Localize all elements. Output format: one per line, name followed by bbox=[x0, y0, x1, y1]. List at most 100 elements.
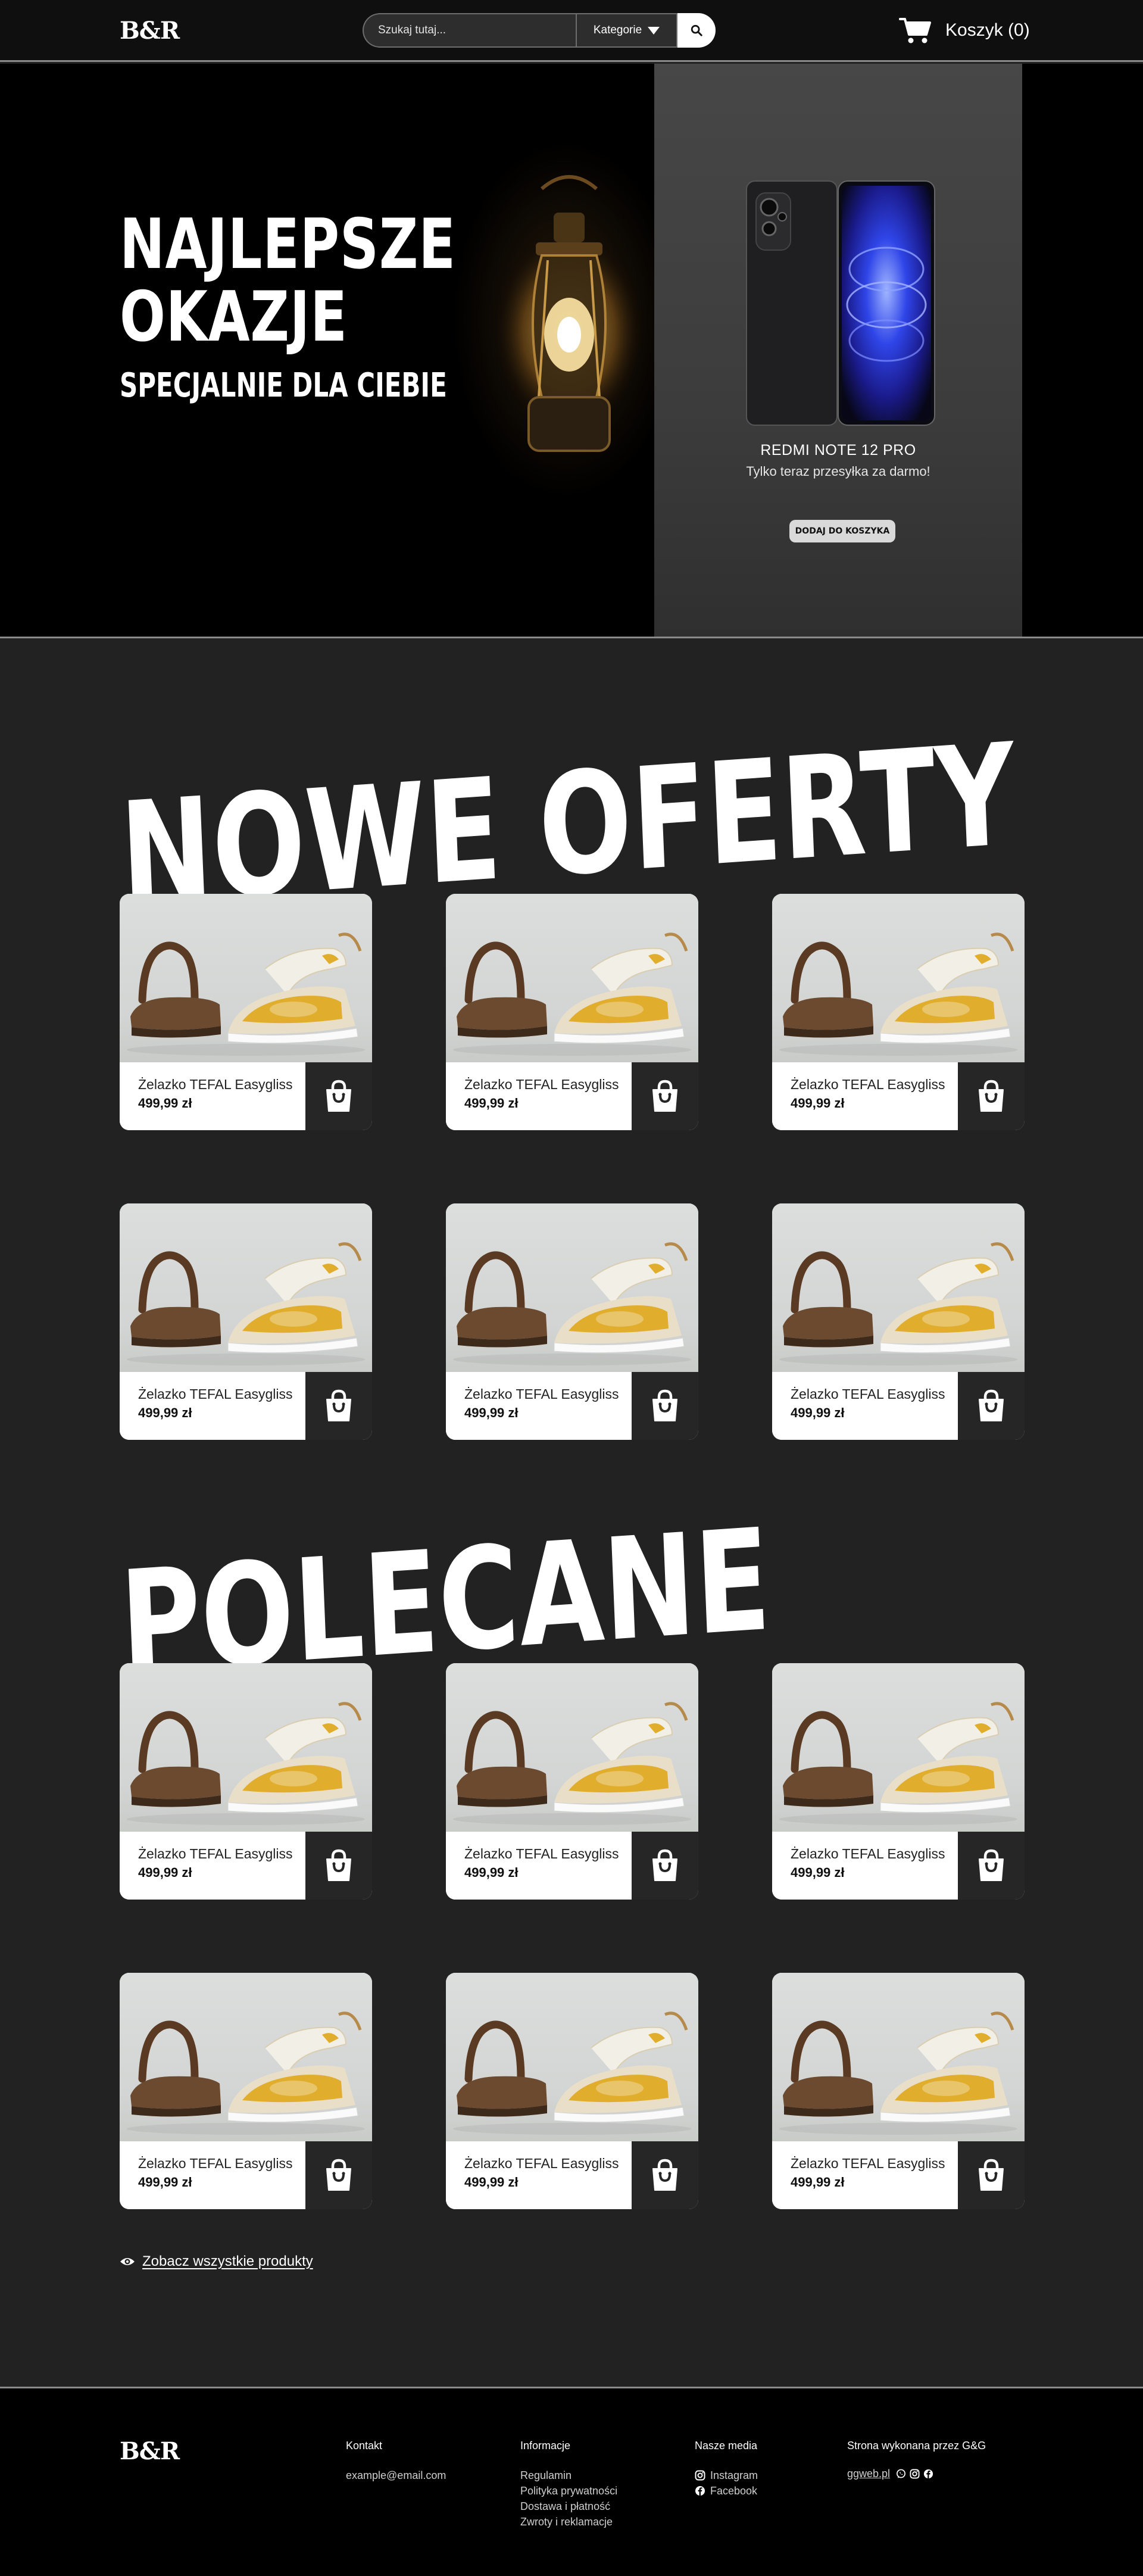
add-to-cart-button[interactable] bbox=[958, 1832, 1025, 1900]
product-info: Żelazko TEFAL Easygliss 499,99 zł bbox=[446, 1062, 632, 1130]
add-to-cart-button[interactable] bbox=[305, 1062, 372, 1130]
product-name: Żelazko TEFAL Easygliss bbox=[791, 1386, 945, 1402]
product-card[interactable]: Żelazko TEFAL Easygliss 499,99 zł bbox=[446, 1203, 698, 1440]
product-price: 499,99 zł bbox=[464, 1405, 519, 1420]
product-image[interactable] bbox=[446, 1203, 698, 1372]
hero-title-line-1: NAJLEPSZE bbox=[120, 204, 456, 285]
add-to-cart-button[interactable] bbox=[958, 1372, 1025, 1440]
product-name: Żelazko TEFAL Easygliss bbox=[464, 1077, 619, 1092]
see-all-label: Zobacz wszystkie produkty bbox=[142, 2253, 313, 2269]
facebook-icon[interactable] bbox=[923, 2469, 933, 2479]
product-image[interactable] bbox=[120, 1973, 372, 2141]
add-to-cart-button[interactable] bbox=[632, 1832, 698, 1900]
product-image-art bbox=[779, 1242, 1017, 1365]
footer-instagram-link[interactable]: Instagram bbox=[695, 2468, 758, 2483]
product-image[interactable] bbox=[772, 1203, 1025, 1372]
product-image[interactable] bbox=[446, 894, 698, 1062]
see-all-products-link[interactable]: Zobacz wszystkie produkty bbox=[120, 2253, 313, 2270]
instagram-icon[interactable] bbox=[910, 2469, 920, 2479]
product-image[interactable] bbox=[120, 1203, 372, 1372]
add-to-cart-button[interactable] bbox=[305, 1832, 372, 1900]
product-name: Żelazko TEFAL Easygliss bbox=[464, 1846, 619, 1861]
add-to-cart-button[interactable] bbox=[632, 2141, 698, 2209]
add-to-cart-button[interactable] bbox=[958, 2141, 1025, 2209]
promo-panel: REDMI NOTE 12 PRO Tylko teraz przesyłka … bbox=[654, 64, 1022, 637]
product-card[interactable]: Żelazko TEFAL Easygliss 499,99 zł bbox=[772, 1203, 1025, 1440]
product-info: Żelazko TEFAL Easygliss 499,99 zł bbox=[446, 1832, 632, 1900]
product-card[interactable]: Żelazko TEFAL Easygliss 499,99 zł bbox=[772, 1973, 1025, 2209]
shopping-bag-icon bbox=[652, 1849, 677, 1881]
search-button[interactable] bbox=[677, 13, 716, 48]
footer-link-terms[interactable]: Regulamin bbox=[520, 2468, 617, 2483]
product-image-art bbox=[453, 1242, 691, 1365]
footer-link-delivery[interactable]: Dostawa i płatność bbox=[520, 2499, 617, 2514]
footer-logo[interactable]: B&R bbox=[120, 2437, 180, 2465]
add-to-cart-button[interactable] bbox=[632, 1062, 698, 1130]
product-image[interactable] bbox=[120, 1663, 372, 1832]
footer-email-link[interactable]: example@email.com bbox=[346, 2468, 446, 2483]
product-card[interactable]: Żelazko TEFAL Easygliss 499,99 zł bbox=[446, 1973, 698, 2209]
site-logo[interactable]: B&R bbox=[120, 17, 180, 45]
instagram-label: Instagram bbox=[710, 2469, 758, 2481]
product-card[interactable]: Żelazko TEFAL Easygliss 499,99 zł bbox=[120, 1973, 372, 2209]
hero-title: NAJLEPSZE OKAZJE bbox=[120, 208, 456, 354]
footer-credit-row: ggweb.pl bbox=[847, 2468, 986, 2480]
hero-subtitle: SPECJALNIE DLA CIEBIE bbox=[120, 366, 447, 405]
product-info: Żelazko TEFAL Easygliss 499,99 zł bbox=[772, 1372, 958, 1440]
product-image[interactable] bbox=[772, 1973, 1025, 2141]
shopping-bag-icon bbox=[326, 1080, 351, 1112]
footer-info: Informacje Regulamin Polityka prywatnośc… bbox=[520, 2440, 617, 2530]
product-image[interactable] bbox=[772, 894, 1025, 1062]
product-card[interactable]: Żelazko TEFAL Easygliss 499,99 zł bbox=[120, 1203, 372, 1440]
add-to-cart-button[interactable] bbox=[958, 1062, 1025, 1130]
product-info: Żelazko TEFAL Easygliss 499,99 zł bbox=[772, 2141, 958, 2209]
product-info: Żelazko TEFAL Easygliss 499,99 zł bbox=[446, 2141, 632, 2209]
product-image-art bbox=[453, 2011, 691, 2135]
cart-button[interactable]: Koszyk (0) bbox=[899, 15, 1030, 45]
add-to-cart-button[interactable] bbox=[632, 1372, 698, 1440]
footer-info-heading: Informacje bbox=[520, 2440, 571, 2452]
product-card[interactable]: Żelazko TEFAL Easygliss 499,99 zł bbox=[772, 894, 1025, 1130]
product-image-art bbox=[127, 1242, 365, 1365]
product-name: Żelazko TEFAL Easygliss bbox=[138, 1077, 293, 1092]
product-image-art bbox=[779, 1702, 1017, 1825]
footer-link-returns[interactable]: Zwroty i reklamacje bbox=[520, 2514, 617, 2530]
add-to-cart-button[interactable] bbox=[305, 2141, 372, 2209]
product-name: Żelazko TEFAL Easygliss bbox=[791, 1077, 945, 1092]
product-image-art bbox=[127, 1702, 365, 1825]
credit-website-link[interactable]: ggweb.pl bbox=[847, 2468, 890, 2480]
lantern-illustration bbox=[492, 175, 647, 452]
product-info: Żelazko TEFAL Easygliss 499,99 zł bbox=[772, 1832, 958, 1900]
product-price: 499,99 zł bbox=[791, 1865, 845, 1880]
whatsapp-icon[interactable] bbox=[896, 2469, 906, 2479]
footer-contact-heading: Kontakt bbox=[346, 2440, 383, 2452]
product-price: 499,99 zł bbox=[791, 1096, 845, 1111]
search-input[interactable] bbox=[363, 13, 576, 48]
footer-link-privacy[interactable]: Polityka prywatności bbox=[520, 2483, 617, 2499]
product-image[interactable] bbox=[446, 1663, 698, 1832]
product-name: Żelazko TEFAL Easygliss bbox=[138, 1386, 293, 1402]
product-card[interactable]: Żelazko TEFAL Easygliss 499,99 zł bbox=[120, 894, 372, 1130]
product-image-art bbox=[127, 2011, 365, 2135]
footer-facebook-link[interactable]: Facebook bbox=[695, 2483, 758, 2499]
facebook-icon bbox=[695, 2486, 705, 2496]
product-name: Żelazko TEFAL Easygliss bbox=[464, 2156, 619, 2171]
shopping-bag-icon bbox=[326, 2159, 351, 2191]
add-to-cart-button[interactable] bbox=[305, 1372, 372, 1440]
categories-dropdown[interactable]: Kategorie bbox=[576, 13, 677, 48]
add-to-cart-button[interactable]: DODAJ DO KOSZYKA bbox=[789, 520, 895, 542]
product-info: Żelazko TEFAL Easygliss 499,99 zł bbox=[120, 1372, 305, 1440]
product-card[interactable]: Żelazko TEFAL Easygliss 499,99 zł bbox=[120, 1663, 372, 1900]
product-name: Żelazko TEFAL Easygliss bbox=[791, 1846, 945, 1861]
product-image[interactable] bbox=[772, 1663, 1025, 1832]
product-card[interactable]: Żelazko TEFAL Easygliss 499,99 zł bbox=[772, 1663, 1025, 1900]
product-name: Żelazko TEFAL Easygliss bbox=[464, 1386, 619, 1402]
product-info: Żelazko TEFAL Easygliss 499,99 zł bbox=[120, 2141, 305, 2209]
product-image[interactable] bbox=[120, 894, 372, 1062]
product-name: Żelazko TEFAL Easygliss bbox=[138, 2156, 293, 2171]
product-image-art bbox=[453, 933, 691, 1056]
product-price: 499,99 zł bbox=[138, 2175, 192, 2190]
product-image[interactable] bbox=[446, 1973, 698, 2141]
product-card[interactable]: Żelazko TEFAL Easygliss 499,99 zł bbox=[446, 1663, 698, 1900]
product-card[interactable]: Żelazko TEFAL Easygliss 499,99 zł bbox=[446, 894, 698, 1130]
